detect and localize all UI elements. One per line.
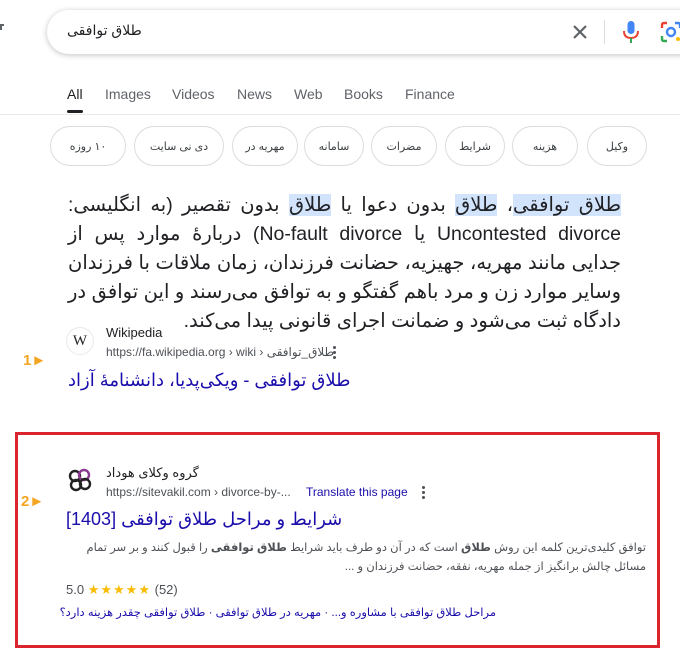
tab-web[interactable]: Web bbox=[294, 86, 323, 102]
site-name[interactable]: Wikipedia bbox=[106, 325, 162, 340]
search-bar[interactable]: طلاق توافقی bbox=[47, 10, 680, 54]
chip[interactable]: سامانه bbox=[304, 126, 364, 166]
tab-images[interactable]: Images bbox=[105, 86, 151, 102]
chip[interactable]: وکیل bbox=[587, 126, 647, 166]
back-chevron-icon[interactable] bbox=[0, 24, 4, 30]
annotation-marker-1: 1► bbox=[23, 352, 47, 369]
more-options-icon[interactable] bbox=[333, 346, 337, 360]
search-divider bbox=[604, 20, 605, 44]
mic-icon[interactable] bbox=[619, 19, 643, 45]
rating-count: (52) bbox=[154, 582, 178, 597]
tab-finance[interactable]: Finance bbox=[405, 86, 455, 102]
star-rating-icon: ★★★★★ bbox=[87, 582, 151, 597]
chip[interactable]: شرایط bbox=[445, 126, 505, 166]
rating-row: 5.0 ★★★★★ (52) bbox=[66, 582, 178, 598]
tab-books[interactable]: Books bbox=[344, 86, 383, 102]
snippet-highlight: طلاق bbox=[455, 194, 498, 216]
result-title[interactable]: طلاق توافقی - ویکی‌پدیا، دانشنامهٔ آزاد bbox=[68, 370, 350, 391]
tab-all[interactable]: All bbox=[67, 86, 83, 102]
chip[interactable]: مهریه در bbox=[232, 126, 298, 166]
active-tab-indicator bbox=[67, 110, 83, 113]
site-url[interactable]: https://sitevakil.com › divorce-by-... bbox=[106, 485, 291, 499]
chip[interactable]: هزینه bbox=[512, 126, 578, 166]
tab-videos[interactable]: Videos bbox=[172, 86, 215, 102]
rating-value: 5.0 bbox=[66, 582, 85, 597]
result-description: توافق کلیدی‌ترین کلمه این روش طلاق است ک… bbox=[86, 542, 646, 573]
result-title[interactable]: شرایط و مراحل طلاق توافقی [1403] bbox=[66, 509, 342, 530]
clear-icon[interactable] bbox=[569, 21, 591, 43]
snippet-highlight: طلاق bbox=[288, 194, 332, 216]
chip[interactable]: ۱۰ روزه bbox=[50, 126, 126, 166]
featured-snippet: طلاق توافقی، طلاق بدون دعوا یا طلاق بدون… bbox=[68, 194, 621, 332]
site-url[interactable]: https://fa.wikipedia.org › wiki › طلاق_ت… bbox=[106, 345, 334, 359]
snippet-highlight: طلاق توافقی bbox=[513, 194, 621, 216]
sitelinks[interactable]: مراحل طلاق توافقی با مشاوره و... · مهریه… bbox=[60, 605, 496, 619]
annotation-marker-2: 2► bbox=[21, 493, 45, 510]
tabs-divider bbox=[0, 114, 680, 115]
wikipedia-favicon-icon[interactable]: W bbox=[66, 327, 94, 355]
chip[interactable]: دی نی سایت bbox=[134, 126, 224, 166]
search-input[interactable]: طلاق توافقی bbox=[67, 22, 142, 39]
tab-news[interactable]: News bbox=[237, 86, 272, 102]
more-options-icon[interactable] bbox=[422, 486, 426, 500]
translate-link[interactable]: Translate this page bbox=[306, 485, 408, 499]
chip[interactable]: مضرات bbox=[371, 126, 437, 166]
hoodad-logo-icon[interactable] bbox=[66, 466, 94, 494]
lens-icon[interactable] bbox=[659, 20, 680, 44]
site-name[interactable]: گروه وکلای هوداد bbox=[106, 465, 199, 481]
